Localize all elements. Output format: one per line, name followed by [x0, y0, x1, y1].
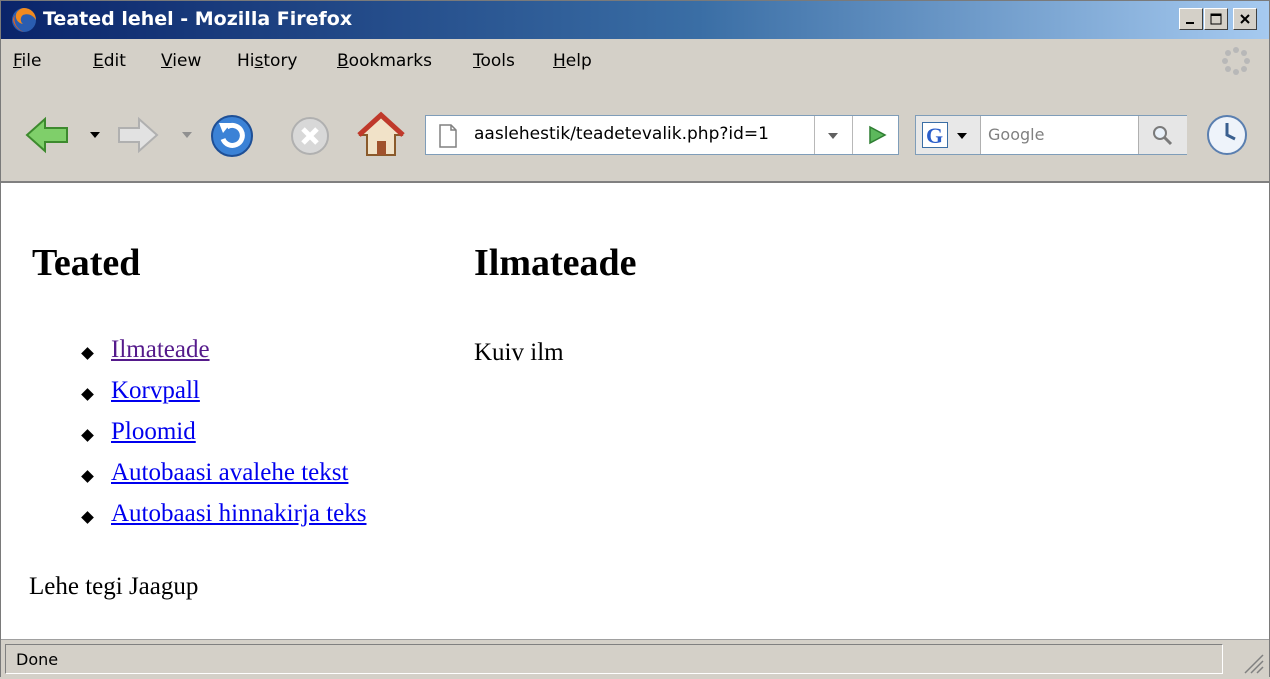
- firefox-icon: [12, 8, 36, 32]
- close-icon: [1240, 14, 1250, 24]
- address-bar[interactable]: aaslehestik/teadetevalik.php?id=1: [425, 115, 899, 155]
- menu-edit-mnemonic: E: [93, 51, 104, 71]
- menu-edit-label: dit: [103, 51, 126, 71]
- dropdown-arrow-icon: [957, 133, 967, 139]
- address-text[interactable]: aaslehestik/teadetevalik.php?id=1: [474, 124, 769, 144]
- go-button[interactable]: [852, 116, 899, 154]
- menu-help-mnemonic: H: [553, 51, 566, 71]
- resize-grip-icon[interactable]: [1239, 649, 1265, 675]
- menu-edit[interactable]: Edit: [93, 51, 126, 71]
- search-engine-selector[interactable]: G: [916, 116, 981, 154]
- menu-file-label: ile: [21, 51, 42, 71]
- menu-history-label-a: Hi: [237, 51, 255, 71]
- page-content: Teated Ilmateade Ilmateade Korvpall Ploo…: [1, 183, 1269, 639]
- main-heading: Ilmateade: [474, 242, 637, 284]
- forward-dropdown-icon[interactable]: [181, 130, 193, 140]
- google-icon: G: [922, 122, 948, 148]
- menu-bookmarks-mnemonic: B: [337, 51, 349, 71]
- menu-tools-mnemonic: T: [473, 51, 481, 71]
- notice-link[interactable]: Ploomid: [111, 418, 196, 446]
- title-bar: Teated lehel - Mozilla Firefox: [1, 1, 1269, 39]
- maximize-button[interactable]: [1204, 8, 1228, 30]
- menu-history[interactable]: History: [237, 51, 298, 71]
- bullet: [81, 388, 94, 401]
- menu-tools-label: ools: [480, 51, 515, 71]
- menu-help-label: elp: [565, 51, 592, 71]
- history-clock-icon[interactable]: [1205, 113, 1249, 157]
- notice-link[interactable]: Ilmateade: [111, 336, 210, 364]
- close-button[interactable]: [1233, 8, 1257, 30]
- bullet: [81, 511, 94, 524]
- back-dropdown-icon[interactable]: [89, 130, 101, 140]
- back-icon[interactable]: [23, 115, 85, 155]
- notice-link[interactable]: Korvpall: [111, 377, 200, 405]
- page-footer: Lehe tegi Jaagup: [29, 573, 199, 600]
- minimize-button[interactable]: [1179, 8, 1203, 30]
- browser-window: Teated lehel - Mozilla Firefox File Edit…: [0, 0, 1270, 679]
- status-bar: Done: [1, 639, 1269, 679]
- menu-bookmarks-label: ookmarks: [348, 51, 432, 71]
- page-icon: [439, 124, 457, 148]
- menu-history-label-b: tory: [263, 51, 298, 71]
- navigation-toolbar: aaslehestik/teadetevalik.php?id=1 G Goog…: [1, 85, 1269, 183]
- menu-view[interactable]: View: [161, 51, 201, 71]
- reload-icon[interactable]: [209, 113, 255, 159]
- menu-view-mnemonic: V: [161, 51, 173, 71]
- status-panel: Done: [5, 644, 1223, 674]
- go-icon: [869, 125, 887, 145]
- bullet: [81, 429, 94, 442]
- window-title: Teated lehel - Mozilla Firefox: [43, 8, 353, 30]
- menu-file[interactable]: File: [13, 51, 41, 71]
- search-icon: [1153, 126, 1173, 146]
- notice-body: Kuiv ilm: [474, 339, 564, 366]
- maximize-icon: [1210, 13, 1222, 25]
- minimize-icon: [1186, 22, 1194, 24]
- home-icon[interactable]: [357, 111, 405, 159]
- notice-link[interactable]: Autobaasi hinnakirja teks: [111, 500, 367, 528]
- menu-tools[interactable]: Tools: [473, 51, 515, 71]
- menu-view-label: iew: [172, 51, 202, 71]
- svg-text:G: G: [926, 123, 943, 148]
- notice-link[interactable]: Autobaasi avalehe tekst: [111, 459, 348, 487]
- menu-bookmarks[interactable]: Bookmarks: [337, 51, 432, 71]
- bullet: [81, 347, 94, 360]
- status-text: Done: [16, 650, 59, 669]
- bullet: [81, 470, 94, 483]
- search-bar[interactable]: G Google: [915, 115, 1187, 155]
- throbber-icon: [1222, 47, 1250, 75]
- search-button[interactable]: [1138, 116, 1187, 154]
- stop-icon[interactable]: [287, 113, 333, 159]
- dropdown-arrow-icon: [828, 133, 838, 139]
- sidebar-heading: Teated: [32, 242, 141, 284]
- address-dropdown-button[interactable]: [814, 116, 853, 154]
- menu-file-mnemonic: F: [13, 51, 22, 71]
- forward-icon[interactable]: [117, 115, 161, 155]
- menu-bar: File Edit View History Bookmarks Tools H…: [1, 39, 1269, 85]
- search-placeholder[interactable]: Google: [988, 125, 1044, 144]
- menu-help[interactable]: Help: [553, 51, 592, 71]
